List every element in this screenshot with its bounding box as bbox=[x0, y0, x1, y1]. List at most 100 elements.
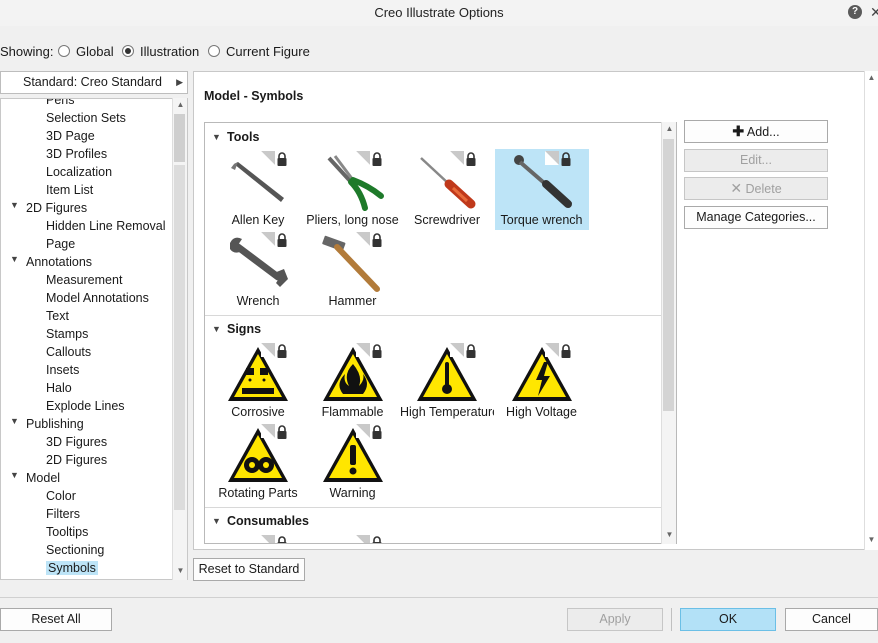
chevron-down-icon[interactable]: ▼ bbox=[10, 254, 19, 264]
symbol-tile[interactable]: Flammable bbox=[306, 341, 400, 422]
category-name: Tools bbox=[227, 130, 260, 144]
tree-item[interactable]: Hidden Line Removal bbox=[46, 217, 166, 235]
tree-item[interactable]: Insets bbox=[46, 361, 79, 379]
tree-item[interactable]: Measurement bbox=[46, 271, 122, 289]
reset-to-standard-button[interactable]: Reset to Standard bbox=[193, 558, 305, 581]
symbol-tile[interactable]: Hammer bbox=[306, 230, 400, 311]
edit-button[interactable]: Edit... bbox=[684, 149, 828, 172]
add-button[interactable]: ✚ Add... bbox=[684, 120, 828, 143]
symbol-tile[interactable]: Screwdriver bbox=[400, 149, 494, 230]
symbol-label: Rotating Parts bbox=[218, 486, 298, 500]
tree-item[interactable]: 2D Figures bbox=[26, 199, 87, 217]
tree-item[interactable]: 3D Figures bbox=[46, 433, 107, 451]
tree-item[interactable]: Model Annotations bbox=[46, 289, 149, 307]
standard-dropdown[interactable]: Standard: Creo Standard ▶ bbox=[0, 71, 188, 94]
symbol-tile[interactable]: High Temperature bbox=[400, 341, 494, 422]
radio-global[interactable]: Global bbox=[58, 43, 114, 59]
radio-dot bbox=[58, 45, 70, 57]
tree-item[interactable]: Localization bbox=[46, 163, 112, 181]
tree-item-label: Item List bbox=[46, 183, 94, 197]
symbol-tile[interactable]: Torque wrench bbox=[494, 149, 589, 230]
reset-to-standard-label: Reset to Standard bbox=[198, 562, 300, 576]
tree-item[interactable]: Page bbox=[46, 235, 75, 253]
symbol-label: Screwdriver bbox=[414, 213, 480, 227]
scroll-down-icon[interactable]: ▼ bbox=[865, 535, 878, 544]
help-icon[interactable]: ? bbox=[848, 5, 862, 19]
manage-categories-label: Manage Categories... bbox=[696, 210, 816, 224]
button-divider bbox=[671, 608, 672, 631]
ok-button[interactable]: OK bbox=[680, 608, 776, 631]
scroll-down-icon[interactable]: ▼ bbox=[662, 530, 677, 539]
tree-item[interactable]: Color bbox=[46, 487, 76, 505]
chevron-down-icon[interactable]: ▼ bbox=[10, 416, 19, 426]
tree-item[interactable]: Pens bbox=[46, 99, 75, 109]
tree-item[interactable]: Annotations bbox=[26, 253, 92, 271]
tree-item[interactable]: Publishing bbox=[26, 415, 84, 433]
close-icon[interactable]: ✕ bbox=[870, 4, 878, 21]
tree-item[interactable]: Halo bbox=[46, 379, 72, 397]
tree-item[interactable]: Symbols bbox=[46, 559, 98, 577]
tree-item[interactable]: Stamps bbox=[46, 325, 88, 343]
scroll-down-icon[interactable]: ▼ bbox=[173, 566, 188, 575]
symbol-tile[interactable]: Corrosive bbox=[211, 341, 305, 422]
tree-scroll-thumb[interactable] bbox=[174, 114, 185, 162]
reset-all-button[interactable]: Reset All bbox=[0, 608, 112, 631]
tree-item[interactable]: 3D Profiles bbox=[46, 145, 107, 163]
symbol-tile[interactable] bbox=[211, 533, 305, 543]
tree-item[interactable]: Tooltips bbox=[46, 523, 88, 541]
showing-label: Showing: bbox=[0, 44, 54, 59]
symbol-label: High Temperature bbox=[400, 405, 494, 419]
tree-item[interactable]: Text bbox=[46, 307, 69, 325]
symbol-tile[interactable]: Allen Key bbox=[211, 149, 305, 230]
tree-item[interactable]: Filters bbox=[46, 505, 80, 523]
tree-item-label: Hidden Line Removal bbox=[46, 219, 166, 233]
symbol-tile[interactable]: Rotating Parts bbox=[211, 422, 305, 503]
chevron-down-icon[interactable]: ▼ bbox=[10, 200, 19, 210]
symbol-tile[interactable] bbox=[306, 533, 400, 543]
tree-item-label: Localization bbox=[46, 165, 113, 179]
tree-item-label: 3D Figures bbox=[46, 435, 108, 449]
tree-scroll-track bbox=[174, 165, 185, 510]
tree-item[interactable]: 2D Figures bbox=[46, 451, 107, 469]
tree-item-label: Selection Sets bbox=[46, 111, 126, 125]
radio-illustration[interactable]: Illustration bbox=[122, 43, 199, 59]
manage-categories-button[interactable]: Manage Categories... bbox=[684, 206, 828, 229]
category-header[interactable]: ▼ Tools bbox=[205, 127, 661, 147]
scroll-up-icon[interactable]: ▲ bbox=[865, 73, 878, 82]
tree-item[interactable]: Explode Lines bbox=[46, 397, 125, 415]
symbol-tile[interactable]: Warning bbox=[306, 422, 400, 503]
tree-item-label: Filters bbox=[46, 507, 81, 521]
radio-label: Global bbox=[76, 43, 114, 59]
symbol-tile[interactable]: Wrench bbox=[211, 230, 305, 311]
radio-current-figure[interactable]: Current Figure bbox=[208, 43, 310, 59]
tree-item[interactable]: Sectioning bbox=[46, 541, 104, 559]
radio-label: Illustration bbox=[140, 43, 200, 59]
tree-item[interactable]: Selection Sets bbox=[46, 109, 126, 127]
radio-dot bbox=[122, 45, 134, 57]
tree-item-label: Explode Lines bbox=[46, 399, 125, 413]
delete-button[interactable]: ✕ Delete bbox=[684, 177, 828, 200]
tree-item-label: Model Annotations bbox=[46, 291, 149, 305]
tree-item-label: Halo bbox=[46, 381, 72, 395]
chevron-down-icon: ▼ bbox=[212, 516, 221, 526]
gallery-scroll-thumb[interactable] bbox=[663, 139, 674, 411]
tree-item[interactable]: 3D Page bbox=[46, 127, 95, 145]
symbol-gallery: ▼ Tools Allen Key Pliers, long nose Screwdri… bbox=[204, 122, 677, 544]
scroll-up-icon[interactable]: ▲ bbox=[173, 100, 188, 109]
scroll-up-icon[interactable]: ▲ bbox=[662, 124, 677, 133]
apply-button[interactable]: Apply bbox=[567, 608, 663, 631]
main-scrollbar[interactable]: ▲ ▼ bbox=[864, 71, 878, 550]
chevron-down-icon[interactable]: ▼ bbox=[10, 470, 19, 480]
category-header[interactable]: ▼ Signs bbox=[205, 319, 661, 339]
tree-item[interactable]: Item List bbox=[46, 181, 93, 199]
category-header[interactable]: ▼ Consumables bbox=[205, 511, 661, 531]
options-tree: Pens Selection Sets 3D Page 3D Profiles Loca… bbox=[0, 98, 188, 580]
symbol-tile[interactable]: High Voltage bbox=[495, 341, 589, 422]
tree-item-label: Callouts bbox=[46, 345, 92, 359]
symbol-tile[interactable]: Pliers, long nose bbox=[306, 149, 400, 230]
tree-item-label: Tooltips bbox=[46, 525, 89, 539]
tree-item[interactable]: Callouts bbox=[46, 343, 91, 361]
chevron-right-icon: ▶ bbox=[176, 77, 183, 87]
tree-item[interactable]: Model bbox=[26, 469, 60, 487]
cancel-button[interactable]: Cancel bbox=[785, 608, 878, 631]
